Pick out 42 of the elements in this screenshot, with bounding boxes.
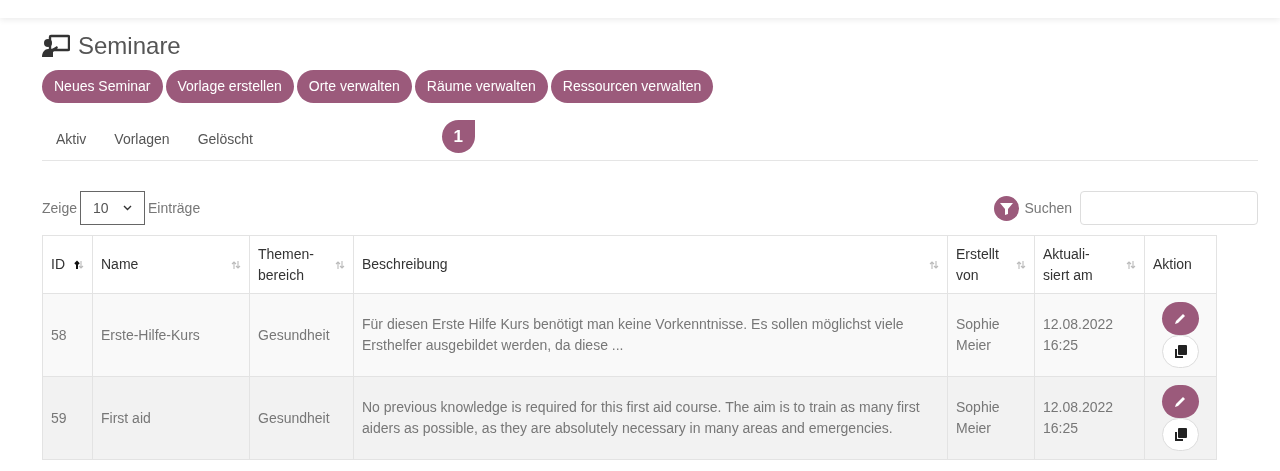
- column-header[interactable]: Aktion: [1153, 254, 1192, 275]
- table-cell-text: First aid: [101, 408, 152, 428]
- entries-select[interactable]: 10: [80, 191, 146, 225]
- chevron-down-icon: [123, 205, 133, 211]
- action-button[interactable]: Räume verwalten: [414, 70, 548, 103]
- table-cell-text: Gesundheit: [258, 408, 331, 428]
- table-cell-text: Sophie Meier: [956, 398, 1001, 438]
- page-title: Seminare: [78, 31, 181, 61]
- table-cell-text: 12.08.2022 16:25: [1043, 398, 1115, 438]
- show-label: Zeige: [42, 198, 78, 218]
- tab[interactable]: Vorlagen: [100, 129, 184, 160]
- copy-icon: [1174, 428, 1187, 441]
- table-cell-text: 12.08.2022 16:25: [1043, 315, 1115, 355]
- column-header[interactable]: ID: [51, 254, 65, 275]
- edit-button[interactable]: [1162, 385, 1199, 418]
- action-button[interactable]: Ressourcen verwalten: [550, 70, 714, 103]
- tab[interactable]: Gelöscht: [183, 129, 267, 160]
- search-field[interactable]: [1080, 191, 1258, 225]
- presenter-icon: [42, 34, 70, 58]
- table-cell-text: 58: [51, 325, 68, 345]
- table-cell-text: Sophie Meier: [956, 315, 1001, 355]
- copy-button[interactable]: [1162, 418, 1199, 451]
- filter-icon[interactable]: [993, 195, 1019, 221]
- table-cell-text: Erste-Hilfe-Kurs: [101, 325, 201, 345]
- copy-button[interactable]: [1162, 335, 1199, 368]
- table-cell-text: Gesundheit: [258, 325, 331, 345]
- table-cell-text: 59: [51, 408, 68, 428]
- search-label: Suchen: [1024, 198, 1072, 218]
- copy-icon: [1174, 345, 1187, 358]
- edit-button[interactable]: [1162, 302, 1199, 335]
- action-button[interactable]: Orte verwalten: [296, 70, 412, 103]
- pencil-icon: [1174, 312, 1187, 325]
- action-button[interactable]: Neues Seminar: [42, 70, 163, 103]
- pencil-icon: [1174, 395, 1187, 408]
- entries-label: Einträge: [148, 198, 201, 218]
- column-header[interactable]: Name: [101, 254, 139, 275]
- tab[interactable]: Aktiv: [42, 129, 101, 160]
- table-cell-text: No previous knowledge is required for this first aid course. The aim is to train as many first aiders as possible, as they are absolutely necessary in many areas and emergencies.: [362, 398, 921, 438]
- action-button[interactable]: Vorlage erstellen: [165, 70, 294, 103]
- column-header[interactable]: Beschreibung: [362, 254, 448, 275]
- step-marker: 1: [441, 120, 475, 153]
- table-cell-text: Für diesen Erste Hilfe Kurs benötigt man keine Vorkenntnisse. Es sollen möglichst viele Ersthelfer ausgebildet werden, da diese ...: [362, 315, 905, 355]
